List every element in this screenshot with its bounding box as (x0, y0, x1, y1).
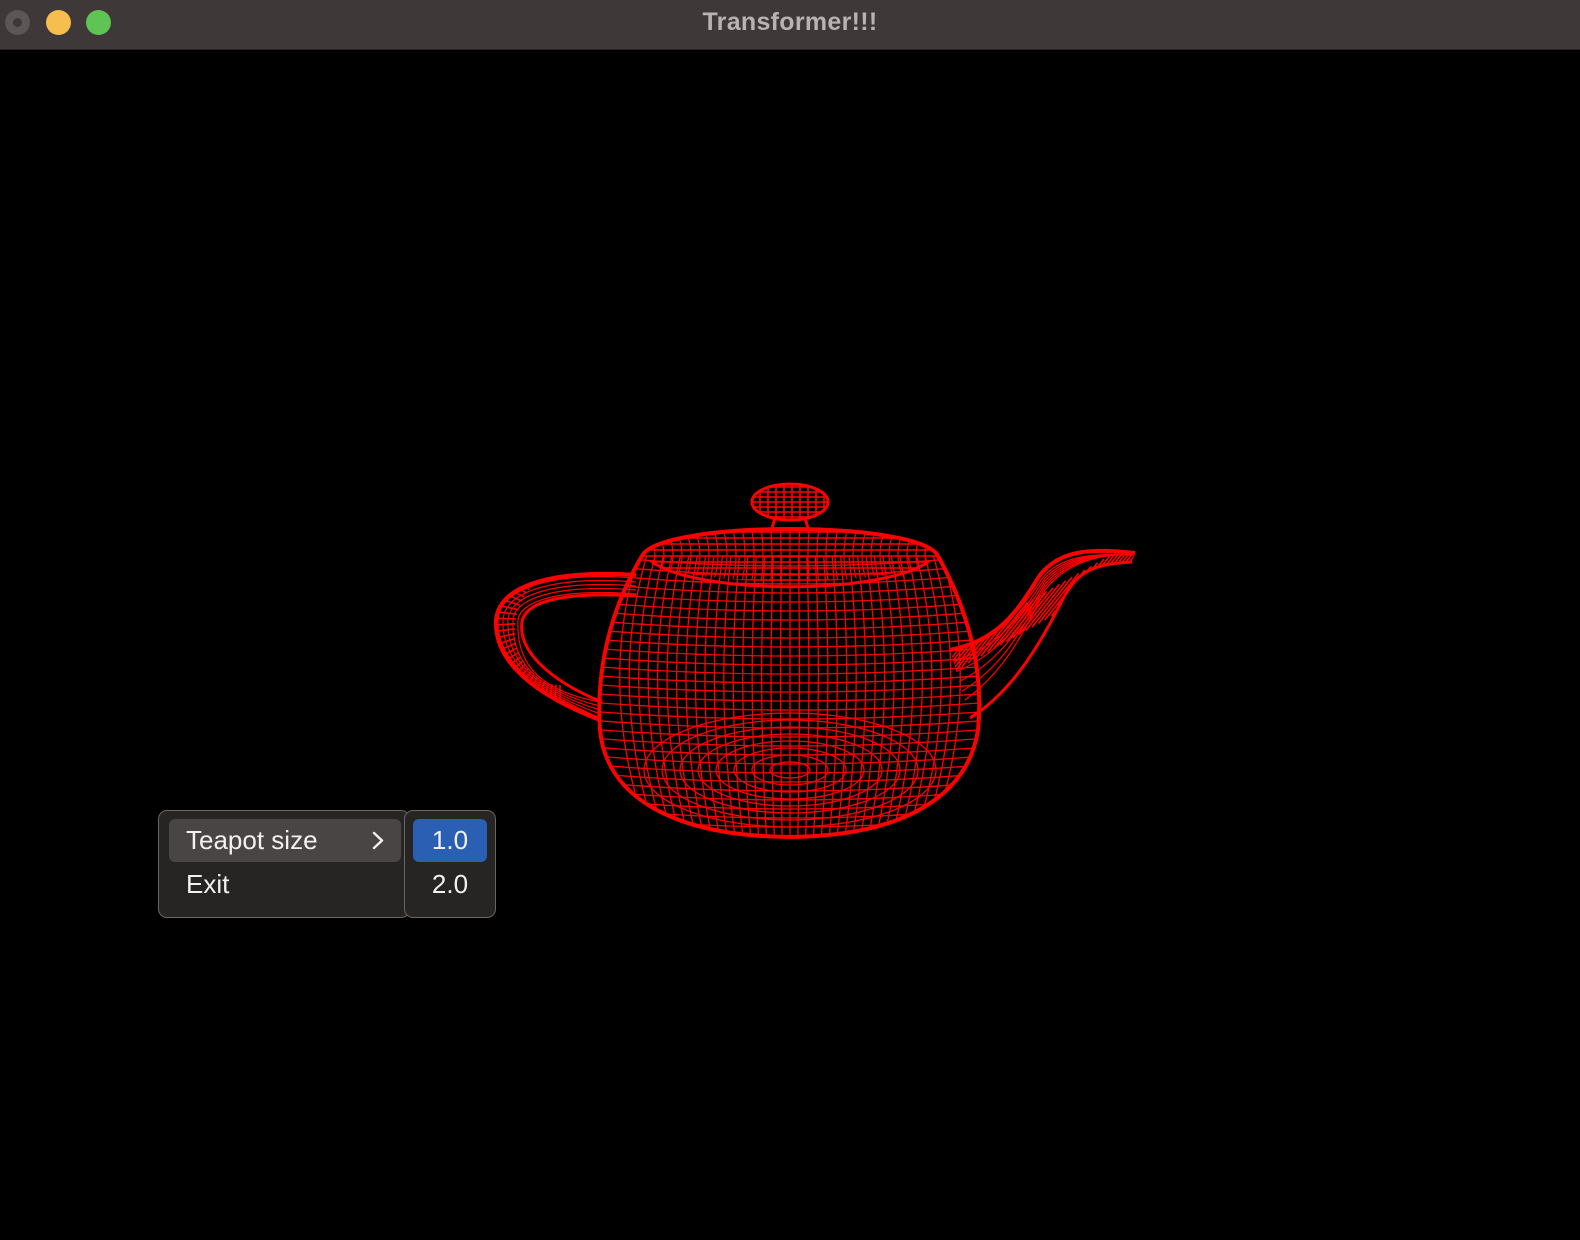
gl-viewport[interactable] (0, 50, 1580, 1240)
chevron-right-icon (372, 831, 384, 850)
menu-item-label: Teapot size (186, 825, 318, 855)
menu-item-teapot-size[interactable]: Teapot size (169, 819, 401, 862)
menu-item-label: Exit (186, 869, 230, 899)
teapot-mesh (493, 482, 1136, 840)
menu-item-exit[interactable]: Exit (169, 863, 401, 906)
window-title: Transformer!!! (702, 8, 878, 36)
submenu-item-size-2[interactable]: 2.0 (413, 863, 487, 906)
app-window: Transformer!!! Teapot size Exit 1.0 2.0 (0, 0, 1580, 1240)
teapot-wireframe (493, 482, 1136, 840)
teapot-size-submenu: 1.0 2.0 (404, 810, 496, 918)
context-menu: Teapot size Exit (158, 810, 410, 918)
submenu-item-size-1[interactable]: 1.0 (413, 819, 487, 862)
title-bar[interactable]: Transformer!!! (0, 0, 1580, 50)
